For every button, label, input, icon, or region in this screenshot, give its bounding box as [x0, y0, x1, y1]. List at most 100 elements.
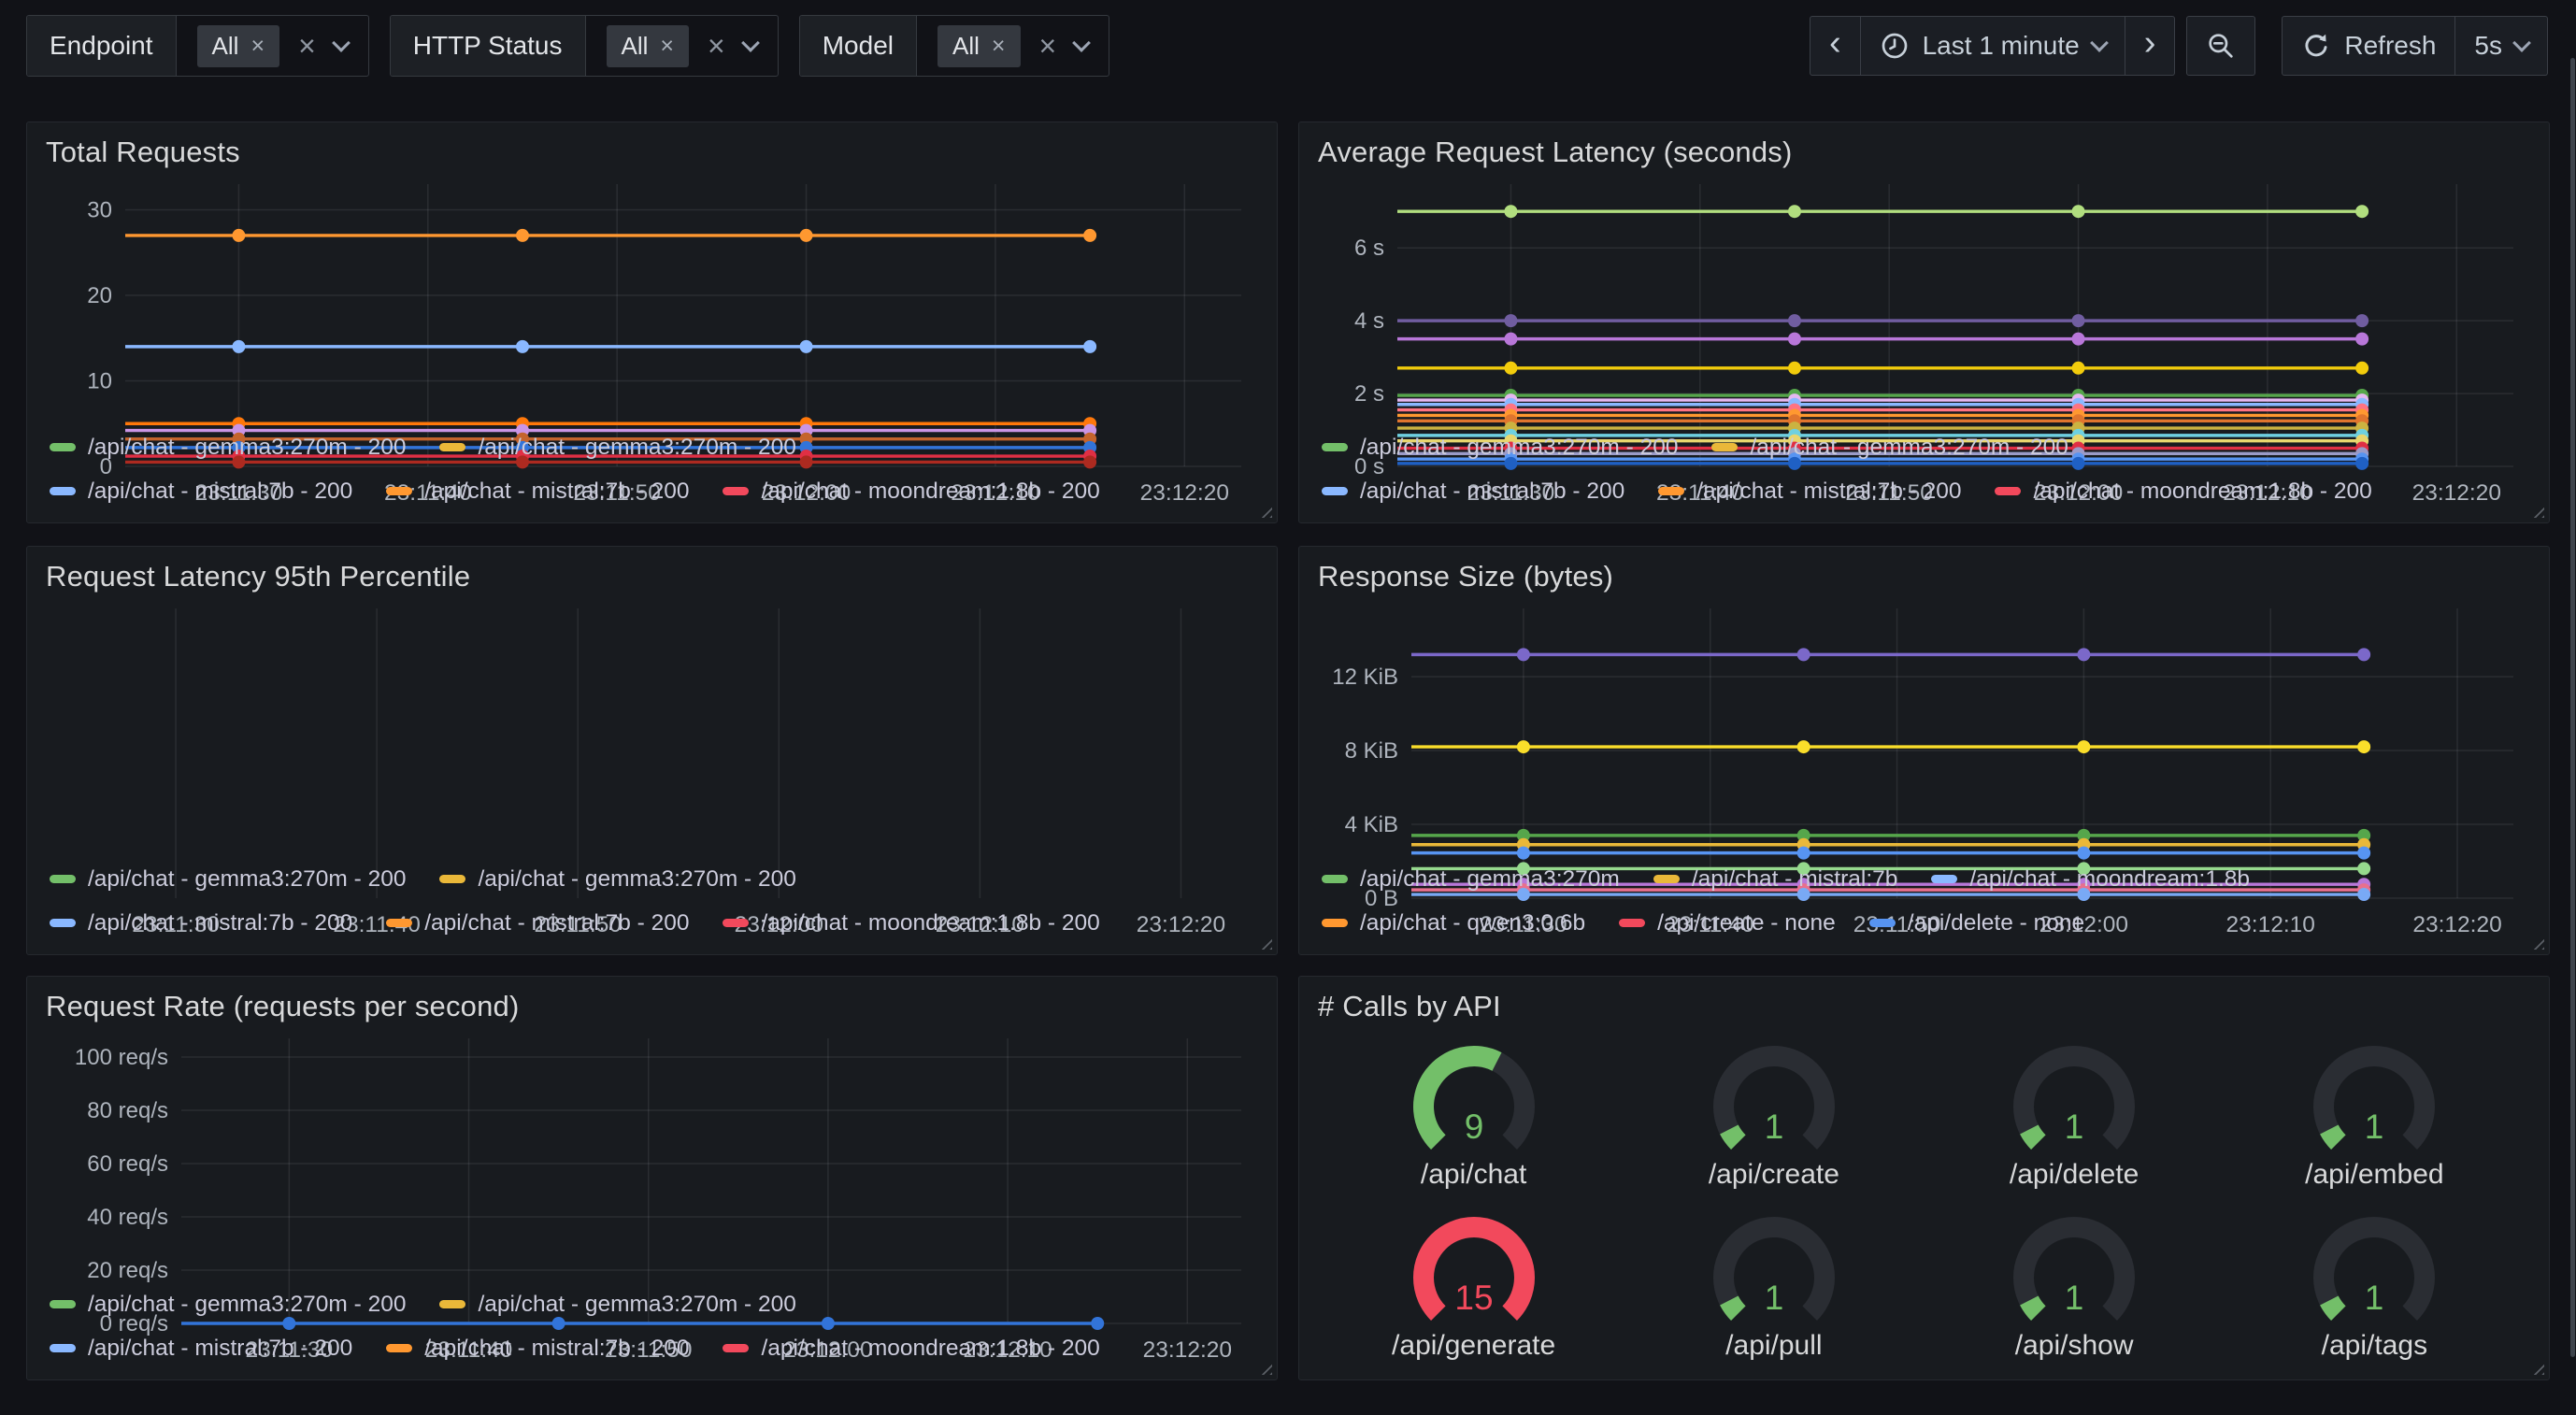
clear-selection-icon[interactable]: × — [1039, 31, 1057, 61]
legend-item[interactable]: /api/chat - gemma3:270m - 200 — [1322, 435, 1678, 461]
legend-item[interactable]: /api/chat - gemma3:270m - 200 — [50, 866, 406, 893]
legend-swatch-icon — [50, 1300, 76, 1308]
legend-label: /api/chat - moondream:1.8b - 200 — [761, 479, 1099, 505]
svg-text:100 req/s: 100 req/s — [75, 1045, 168, 1070]
legend-label: /api/chat - gemma3:270m - 200 — [88, 435, 406, 461]
response-size-chart[interactable]: 0 B4 KiB8 KiB12 KiB23:11:3023:11:4023:11… — [1318, 599, 2530, 853]
panel-resize-handle[interactable] — [2528, 1359, 2544, 1375]
gauge-value: 1 — [2365, 1108, 2384, 1146]
legend-swatch-icon — [1658, 487, 1684, 495]
clear-selection-icon[interactable]: × — [708, 31, 725, 61]
legend-item[interactable]: /api/chat - gemma3:270m — [1322, 866, 1620, 893]
gauge-api-create: 1/api/create — [1685, 1037, 1863, 1191]
legend-swatch-icon — [1322, 919, 1348, 927]
time-shift-forward-button[interactable]: › — [2125, 16, 2176, 76]
refresh-interval-dropdown[interactable]: 5s — [2455, 16, 2548, 76]
panel-request-rate: Request Rate (requests per second) 0 req… — [26, 976, 1278, 1380]
panel-resize-handle[interactable] — [1256, 934, 1272, 950]
legend-swatch-icon — [50, 875, 76, 883]
legend-row: /api/chat - gemma3:270m - 200/api/chat -… — [50, 857, 1254, 901]
latency-p95-chart[interactable]: 23:11:3023:11:4023:11:5023:12:0023:12:10… — [46, 599, 1258, 853]
legend-swatch-icon — [1322, 487, 1348, 495]
legend-item[interactable]: /api/chat - moondream:1.8b - 200 — [723, 479, 1099, 505]
zoom-out-button[interactable] — [2186, 16, 2255, 76]
gauge-api-generate: 15/api/generate — [1385, 1208, 1563, 1362]
legend-item[interactable]: /api/chat - mistral:7b - 200 — [386, 479, 689, 505]
legend-item[interactable]: /api/chat - moondream:1.8b - 200 — [723, 1336, 1099, 1362]
refresh-button[interactable]: Refresh — [2282, 16, 2455, 76]
legend-label: /api/chat - mistral:7b - 200 — [424, 910, 689, 936]
gauge-label: /api/show — [2015, 1330, 2134, 1362]
chip-remove-icon[interactable]: × — [250, 35, 265, 58]
page-scrollbar[interactable] — [2570, 58, 2575, 1357]
time-shift-back-button[interactable]: ‹ — [1810, 16, 1861, 76]
panel-resize-handle[interactable] — [2528, 502, 2544, 518]
gauge-arc-icon: 1 — [1685, 1208, 1863, 1334]
legend-item[interactable]: /api/chat - moondream:1.8b - 200 — [1995, 479, 2371, 505]
legend-item[interactable]: /api/chat - mistral:7b — [1653, 866, 1898, 893]
total-requests-chart[interactable]: 010203023:11:3023:11:4023:11:5023:12:002… — [46, 175, 1258, 422]
legend-item[interactable]: /api/chat - mistral:7b - 200 — [1322, 479, 1624, 505]
filter-http-status: HTTP Status All× × — [390, 15, 779, 77]
gauge-arc-icon: 1 — [1985, 1208, 2163, 1334]
legend-label: /api/chat - moondream:1.8b — [1969, 866, 2250, 893]
request-rate-chart[interactable]: 0 req/s20 req/s40 req/s60 req/s80 req/s1… — [46, 1029, 1258, 1279]
legend-item[interactable]: /api/chat - qwen3:0.6b — [1322, 910, 1585, 936]
legend-item[interactable]: /api/chat - mistral:7b - 200 — [50, 910, 352, 936]
svg-text:8 KiB: 8 KiB — [1345, 738, 1398, 764]
legend-item[interactable]: /api/delete - none — [1869, 910, 2084, 936]
gauge-api-show: 1/api/show — [1985, 1208, 2163, 1362]
chevron-down-icon — [332, 34, 351, 52]
svg-text:60 req/s: 60 req/s — [87, 1151, 168, 1177]
gauge-arc-icon: 9 — [1385, 1037, 1563, 1163]
gauge-value: 9 — [1464, 1108, 1483, 1146]
filter-chip[interactable]: All× — [197, 25, 280, 67]
gauge-label: /api/tags — [2322, 1330, 2427, 1362]
legend-item[interactable]: /api/chat - moondream:1.8b - 200 — [723, 910, 1099, 936]
filter-http-status-value[interactable]: All× × — [586, 16, 778, 76]
legend-row: /api/chat - mistral:7b - 200/api/chat - … — [1322, 469, 2526, 513]
gauge-label: /api/chat — [1421, 1159, 1526, 1191]
legend-item[interactable]: /api/chat - mistral:7b - 200 — [50, 479, 352, 505]
gauge-arc-icon: 1 — [2285, 1037, 2463, 1163]
dashboard-toolbar: Endpoint All× × HTTP Status All× × Model… — [26, 15, 2548, 77]
legend-item[interactable]: /api/chat - gemma3:270m - 200 — [439, 1292, 795, 1318]
legend-item[interactable]: /api/chat - gemma3:270m - 200 — [439, 435, 795, 461]
chip-remove-icon[interactable]: × — [660, 35, 674, 58]
svg-text:2 s: 2 s — [1354, 381, 1384, 407]
panel-resize-handle[interactable] — [1256, 1359, 1272, 1375]
svg-text:40 req/s: 40 req/s — [87, 1205, 168, 1230]
panel-resize-handle[interactable] — [1256, 502, 1272, 518]
legend-item[interactable]: /api/create - none — [1619, 910, 1836, 936]
time-range-picker-button[interactable]: Last 1 minute — [1861, 16, 2125, 76]
chip-remove-icon[interactable]: × — [992, 35, 1006, 58]
gauge-api-tags: 1/api/tags — [2285, 1208, 2463, 1362]
legend-item[interactable]: /api/chat - gemma3:270m - 200 — [50, 1292, 406, 1318]
legend-item[interactable]: /api/chat - gemma3:270m - 200 — [50, 435, 406, 461]
gauge-arc-icon: 1 — [2285, 1208, 2463, 1334]
refresh-interval-value: 5s — [2474, 31, 2502, 61]
average-latency-chart[interactable]: 0 s2 s4 s6 s23:11:3023:11:4023:11:5023:1… — [1318, 175, 2530, 422]
legend-item[interactable]: /api/chat - moondream:1.8b — [1931, 866, 2250, 893]
legend-item[interactable]: /api/chat - mistral:7b - 200 — [386, 910, 689, 936]
legend-label: /api/chat - gemma3:270m - 200 — [88, 866, 406, 893]
legend-row: /api/chat - gemma3:270m - 200/api/chat -… — [1322, 425, 2526, 469]
filter-chip[interactable]: All× — [607, 25, 690, 67]
panel-title: # Calls by API — [1318, 990, 2530, 1023]
gauge-arc-icon: 1 — [1685, 1037, 1863, 1163]
legend-item[interactable]: /api/chat - mistral:7b - 200 — [1658, 479, 1961, 505]
gauge-value: 1 — [2065, 1108, 2084, 1146]
legend-label: /api/chat - gemma3:270m - 200 — [1360, 435, 1678, 461]
legend-item[interactable]: /api/chat - gemma3:270m - 200 — [439, 866, 795, 893]
filter-model-value[interactable]: All× × — [917, 16, 1109, 76]
gauge-api-pull: 1/api/pull — [1685, 1208, 1863, 1362]
gauge-value: 1 — [2365, 1279, 2384, 1317]
legend-item[interactable]: /api/chat - gemma3:270m - 200 — [1711, 435, 2068, 461]
filter-endpoint-value[interactable]: All× × — [177, 16, 368, 76]
filter-chip[interactable]: All× — [937, 25, 1021, 67]
clear-selection-icon[interactable]: × — [298, 31, 316, 61]
panel-title: Request Rate (requests per second) — [46, 990, 1258, 1023]
panel-resize-handle[interactable] — [2528, 934, 2544, 950]
legend-item[interactable]: /api/chat - mistral:7b - 200 — [50, 1336, 352, 1362]
legend-item[interactable]: /api/chat - mistral:7b - 200 — [386, 1336, 689, 1362]
